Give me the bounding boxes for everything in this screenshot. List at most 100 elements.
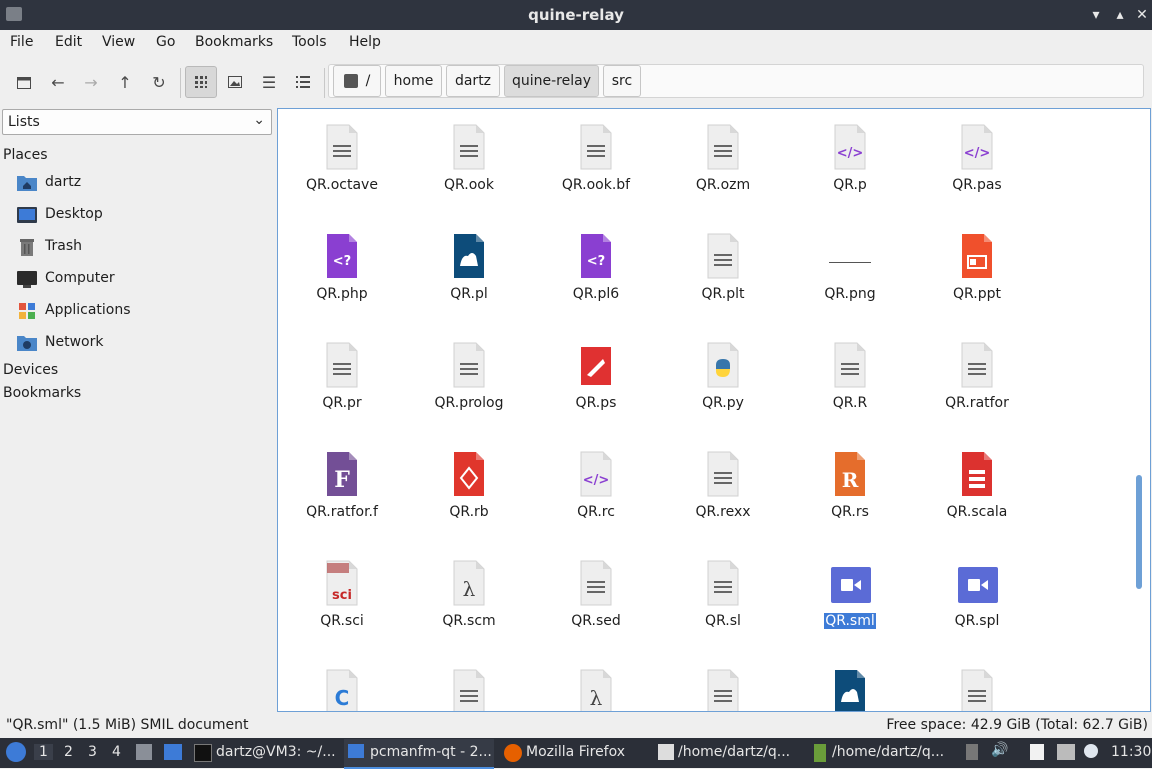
info-icon[interactable] [1084,744,1098,758]
file-item[interactable]: <? QR.php [283,228,401,328]
file-item[interactable]: QR.pl [410,228,528,328]
thumbnail-view-icon[interactable] [221,68,249,96]
file-item[interactable]: QR.plt [664,228,782,328]
icon-view-icon[interactable] [185,66,217,98]
code-file-icon: </> [829,123,871,171]
file-item[interactable]: <? QR.pl6 [537,228,655,328]
php-file-icon: <? [321,232,363,280]
file-name: QR.scala [946,504,1008,520]
sidebar-item-network[interactable]: Network [16,332,266,356]
bookmarks-header[interactable]: Bookmarks [3,385,81,401]
file-item[interactable]: QR.spl [918,555,1036,655]
file-item[interactable]: </> QR.pas [918,119,1036,219]
detailed-view-icon[interactable] [289,68,317,96]
minimize-button[interactable]: ▾ [1086,5,1106,25]
task-firefox[interactable]: Mozilla Firefox [500,739,650,767]
menu-view[interactable]: View [102,34,135,50]
file-item[interactable] [791,664,909,711]
scilab-file-icon: sci [321,559,363,607]
crumb-root[interactable]: / [333,65,381,97]
file-item[interactable]: </> QR.rc [537,446,655,546]
menu-bookmarks[interactable]: Bookmarks [195,34,273,50]
editor-icon [658,744,674,760]
menu-edit[interactable]: Edit [55,34,82,50]
menu-tools[interactable]: Tools [292,34,327,50]
file-item[interactable] [410,664,528,711]
new-tab-icon[interactable] [10,68,38,96]
file-item[interactable]: QR.sl [664,555,782,655]
crumb-home[interactable]: home [385,65,442,97]
file-item[interactable]: QR.rexx [664,446,782,546]
workspace-1[interactable]: 1 [34,744,53,760]
sidebar-mode-select[interactable]: Lists ⌄ [2,109,272,135]
crumb-src[interactable]: src [603,65,641,97]
task-editor-1[interactable]: /home/dartz/q... [656,739,806,767]
menu-file[interactable]: File [10,34,33,50]
file-item[interactable]: QR.ozm [664,119,782,219]
file-item[interactable]: QR.rb [410,446,528,546]
sidebar-item-desktop[interactable]: Desktop [16,204,266,228]
sidebar-item-trash[interactable]: Trash [16,236,266,260]
sidebar-item-dartz[interactable]: dartz [16,172,266,196]
file-item[interactable]: sci QR.sci [283,555,401,655]
reload-icon[interactable]: ↻ [145,68,173,96]
devices-header[interactable]: Devices [3,362,58,378]
vertical-scrollbar[interactable] [1128,109,1150,711]
file-item[interactable]: QR.prolog [410,337,528,437]
task-editor-2[interactable]: /home/dartz/q... [812,739,962,767]
clock: 11:30 [1111,744,1152,760]
maximize-button[interactable]: ▴ [1110,5,1130,25]
file-item[interactable]: QR.R [791,337,909,437]
menu-help[interactable]: Help [349,34,381,50]
file-item[interactable]: </> QR.p [791,119,909,219]
file-item[interactable]: QR.ps [537,337,655,437]
scroll-up-icon[interactable] [966,744,978,760]
file-item[interactable]: QR.ook [410,119,528,219]
file-item[interactable]: QR.ook.bf [537,119,655,219]
sidebar-item-computer[interactable]: Computer [16,268,266,292]
forward-icon[interactable]: → [77,68,105,96]
task-pcmanfm[interactable]: pcmanfm-qt - 2... [344,739,494,769]
file-item[interactable]: QR.ppt [918,228,1036,328]
task-terminal[interactable]: dartz@VM3: ~/... [192,739,338,767]
places-header[interactable]: Places [3,147,48,163]
desktop-launcher-icon[interactable] [164,744,182,760]
file-item[interactable]: F QR.ratfor.f [283,446,401,546]
status-bar: "QR.sml" (1.5 MiB) SMIL document Free sp… [0,714,1152,736]
file-item[interactable]: λ QR.scm [410,555,528,655]
up-icon[interactable]: ↑ [111,68,139,96]
image-line-file-icon [829,232,879,280]
network-tray-icon[interactable] [1057,744,1075,760]
file-item[interactable]: λ [537,664,655,711]
file-item[interactable]: C [283,664,401,711]
back-icon[interactable]: ← [44,68,72,96]
file-item[interactable]: QR.py [664,337,782,437]
volume-icon[interactable]: 🔊 [991,742,1008,758]
menu-go[interactable]: Go [156,34,175,50]
file-item[interactable]: QR.sed [537,555,655,655]
text-file-icon [448,341,490,389]
compact-view-icon[interactable]: ☰ [255,68,283,96]
scrollbar-thumb[interactable] [1136,475,1142,589]
workspace-2[interactable]: 2 [64,744,73,760]
sidebar-item-applications[interactable]: Applications [16,300,266,324]
clipboard-icon[interactable] [1030,744,1044,760]
file-item[interactable] [664,664,782,711]
file-item[interactable]: R QR.rs [791,446,909,546]
crumb-quine-relay[interactable]: quine-relay [504,65,599,97]
file-item[interactable] [918,664,1036,711]
workspace-4[interactable]: 4 [112,744,121,760]
python-file-icon [702,341,744,389]
close-button[interactable]: ✕ [1132,5,1152,25]
file-item[interactable]: QR.pr [283,337,401,437]
file-item[interactable]: QR.sml [791,555,909,655]
start-menu-icon[interactable] [6,742,26,762]
file-manager-launcher-icon[interactable] [136,744,152,760]
file-item[interactable]: QR.png [791,228,909,328]
workspace-3[interactable]: 3 [88,744,97,760]
file-item[interactable]: QR.octave [283,119,401,219]
file-view[interactable]: QR.octave QR.ook QR.ook.bf QR.ozm </> QR.p </>… [277,108,1151,712]
crumb-dartz[interactable]: dartz [446,65,500,97]
file-item[interactable]: QR.ratfor [918,337,1036,437]
file-item[interactable]: QR.scala [918,446,1036,546]
